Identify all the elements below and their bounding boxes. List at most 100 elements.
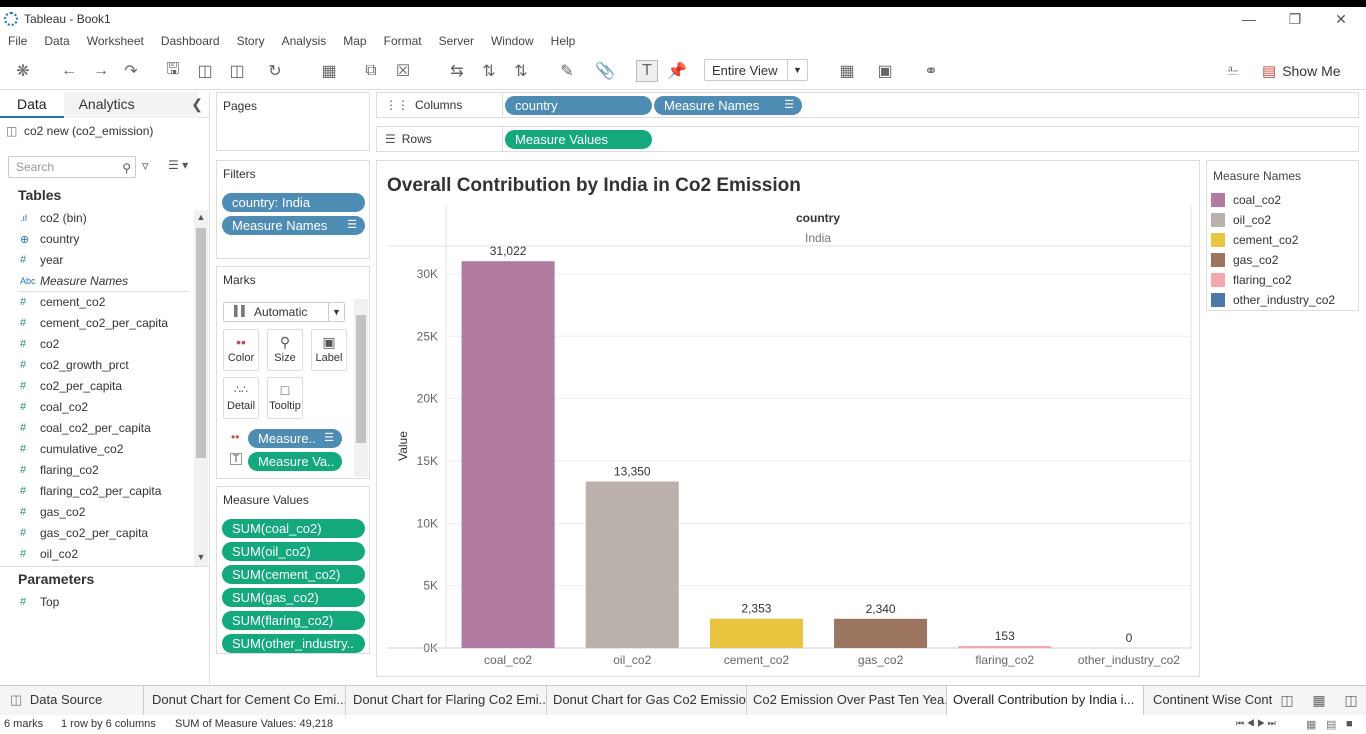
save-icon[interactable]: 🖫 bbox=[162, 60, 184, 82]
legend-item[interactable]: coal_co2 bbox=[1211, 191, 1281, 209]
sheet-tab[interactable]: Donut Chart for Cement Co Emi... bbox=[146, 686, 346, 715]
menu-help[interactable]: Help bbox=[551, 34, 576, 48]
field-item[interactable]: # cement_co2 bbox=[20, 292, 105, 312]
field-item[interactable]: # cement_co2_per_capita bbox=[20, 313, 168, 333]
group-members-icon[interactable]: 📎 bbox=[594, 60, 616, 82]
menu-window[interactable]: Window bbox=[491, 34, 534, 48]
show-mark-labels-icon[interactable]: T bbox=[636, 60, 658, 82]
close-icon[interactable]: ✕ bbox=[1318, 7, 1364, 31]
field-item[interactable]: # flaring_co2 bbox=[20, 460, 99, 480]
field-item[interactable]: # flaring_co2_per_capita bbox=[20, 481, 161, 501]
search-input[interactable]: Search ⚲ bbox=[8, 156, 136, 178]
show-cards-icon[interactable]: ▦ bbox=[836, 60, 858, 82]
show-me-button[interactable]: ▤ Show Me bbox=[1262, 60, 1341, 82]
menu-worksheet[interactable]: Worksheet bbox=[87, 34, 144, 48]
measure-pill[interactable]: SUM(oil_co2) bbox=[222, 542, 365, 561]
share-icon[interactable]: ⚭ bbox=[920, 60, 942, 82]
new-worksheet-tab-icon[interactable]: ▦ bbox=[1308, 689, 1330, 711]
field-item[interactable]: Abc Measure Names bbox=[20, 271, 128, 291]
tab-analytics[interactable]: Analytics bbox=[63, 92, 198, 118]
columns-pill-country[interactable]: country bbox=[505, 96, 652, 115]
minimize-icon[interactable]: — bbox=[1226, 7, 1272, 31]
menu-dashboard[interactable]: Dashboard bbox=[161, 34, 220, 48]
field-item[interactable]: ⊕ country bbox=[20, 229, 79, 249]
measure-pill[interactable]: SUM(cement_co2) bbox=[222, 565, 365, 584]
sort-ascending-icon[interactable]: ⇅ bbox=[478, 60, 500, 82]
datasource-name[interactable]: ◫ co2 new (co2_emission) bbox=[6, 124, 153, 138]
marks-pill-measure-values[interactable]: Measure Va.. bbox=[248, 452, 342, 471]
tab-data[interactable]: Data bbox=[0, 92, 64, 118]
field-item[interactable]: # coal_co2 bbox=[20, 397, 88, 417]
legend-item[interactable]: oil_co2 bbox=[1211, 211, 1271, 229]
menu-data[interactable]: Data bbox=[44, 34, 69, 48]
field-item[interactable]: .ıl co2 (bin) bbox=[20, 208, 87, 228]
sheet-tab[interactable]: Donut Chart for Flaring Co2 Emi... bbox=[347, 686, 547, 715]
fit-dropdown[interactable]: Entire View ▼ bbox=[704, 59, 808, 81]
legend-item[interactable]: gas_co2 bbox=[1211, 251, 1278, 269]
sort-descending-icon[interactable]: ⇅ bbox=[510, 60, 532, 82]
menu-analysis[interactable]: Analysis bbox=[282, 34, 327, 48]
field-item[interactable]: # co2_growth_prct bbox=[20, 355, 129, 375]
menu-map[interactable]: Map bbox=[343, 34, 366, 48]
pin-icon[interactable]: ⎁ bbox=[1222, 60, 1244, 82]
refresh-icon[interactable]: ↻ bbox=[264, 60, 286, 82]
new-worksheet-icon[interactable]: ▦ bbox=[318, 60, 340, 82]
menu-format[interactable]: Format bbox=[384, 34, 422, 48]
clear-sheet-icon[interactable]: ☒ bbox=[392, 60, 414, 82]
replay-icon[interactable]: ↷ bbox=[120, 60, 142, 82]
highlight-icon[interactable]: ✎ bbox=[556, 60, 578, 82]
color-button[interactable]: •• Color bbox=[223, 329, 259, 371]
redo-icon[interactable]: → bbox=[90, 60, 112, 82]
duplicate-sheet-icon[interactable]: ⧉ bbox=[360, 60, 382, 82]
sheet-tab[interactable]: Continent Wise Contr bbox=[1147, 686, 1272, 715]
legend-item[interactable]: flaring_co2 bbox=[1211, 271, 1292, 289]
rows-pill-measure-values[interactable]: Measure Values bbox=[505, 130, 652, 149]
field-item[interactable]: # year bbox=[20, 250, 63, 270]
sheet-tab[interactable]: Donut Chart for Gas Co2 Emission bbox=[547, 686, 747, 715]
sheet-nav-icons[interactable]: ⏮ ◀ ▶ ⏭ bbox=[1236, 718, 1276, 729]
new-dashboard-tab-icon[interactable]: ◫ bbox=[1340, 689, 1362, 711]
tab-data-source[interactable]: ◫ Data Source bbox=[4, 686, 144, 715]
filter-pill-measure-names[interactable]: Measure Names ☰ bbox=[222, 216, 365, 235]
view-options-icon[interactable]: ☰ ▾ bbox=[168, 158, 188, 172]
undo-icon[interactable]: ← bbox=[58, 60, 80, 82]
fix-axes-icon[interactable]: 📌 bbox=[666, 60, 688, 82]
marks-scroll-thumb[interactable] bbox=[356, 315, 366, 443]
tableau-home-icon[interactable]: ❋ bbox=[12, 60, 34, 82]
pause-updates-icon[interactable]: ◫ bbox=[226, 60, 248, 82]
scroll-up-icon[interactable]: ▲ bbox=[194, 212, 208, 226]
field-item[interactable]: # co2 bbox=[20, 334, 59, 354]
marks-pill-measure-names[interactable]: Measure.. ☰ bbox=[248, 429, 342, 448]
menu-story[interactable]: Story bbox=[237, 34, 265, 48]
sheet-tab[interactable]: Co2 Emission Over Past Ten Yea... bbox=[747, 686, 947, 715]
filmstrip-icon[interactable]: ▤ bbox=[1326, 718, 1336, 731]
field-item[interactable]: # oil_co2 bbox=[20, 544, 78, 564]
field-item[interactable]: # cumulative_co2 bbox=[20, 439, 123, 459]
tooltip-button[interactable]: □ Tooltip bbox=[267, 377, 303, 419]
field-item[interactable]: # gas_co2 bbox=[20, 502, 85, 522]
menu-server[interactable]: Server bbox=[439, 34, 474, 48]
new-datasource-tab-icon[interactable]: ◫ bbox=[1276, 689, 1298, 711]
parameter-item[interactable]: # Top bbox=[20, 592, 59, 612]
restore-icon[interactable]: ❐ bbox=[1272, 7, 1318, 31]
sheet-sorter-icon[interactable]: ▦ bbox=[1306, 718, 1316, 731]
measure-pill[interactable]: SUM(gas_co2) bbox=[222, 588, 365, 607]
filter-icon[interactable]: ▿ bbox=[142, 158, 149, 174]
rows-shelf[interactable]: ☰ Rows Measure Values bbox=[376, 126, 1359, 152]
collapse-pane-icon[interactable]: ❮ bbox=[191, 96, 203, 113]
legend-item[interactable]: other_industry_co2 bbox=[1211, 291, 1335, 309]
columns-pill-measure-names[interactable]: Measure Names ☰ bbox=[654, 96, 802, 115]
measure-pill[interactable]: SUM(coal_co2) bbox=[222, 519, 365, 538]
pages-card[interactable]: Pages bbox=[216, 92, 370, 151]
measure-pill[interactable]: SUM(flaring_co2) bbox=[222, 611, 365, 630]
filter-pill-country[interactable]: country: India bbox=[222, 193, 365, 212]
field-list-scrollbar[interactable]: ▲ ▼ bbox=[194, 210, 208, 566]
field-item[interactable]: # gas_co2_per_capita bbox=[20, 523, 148, 543]
label-button[interactable]: ▣ Label bbox=[311, 329, 347, 371]
tabs-view-icon[interactable]: ■ bbox=[1346, 718, 1353, 730]
field-item[interactable]: # coal_co2_per_capita bbox=[20, 418, 151, 438]
field-item[interactable]: # co2_per_capita bbox=[20, 376, 122, 396]
mark-type-dropdown[interactable]: ▌▌ Automatic ▼ bbox=[223, 302, 345, 322]
detail-button[interactable]: ∴∴ Detail bbox=[223, 377, 259, 419]
columns-shelf[interactable]: ⋮⋮ Columns country Measure Names ☰ bbox=[376, 92, 1359, 118]
